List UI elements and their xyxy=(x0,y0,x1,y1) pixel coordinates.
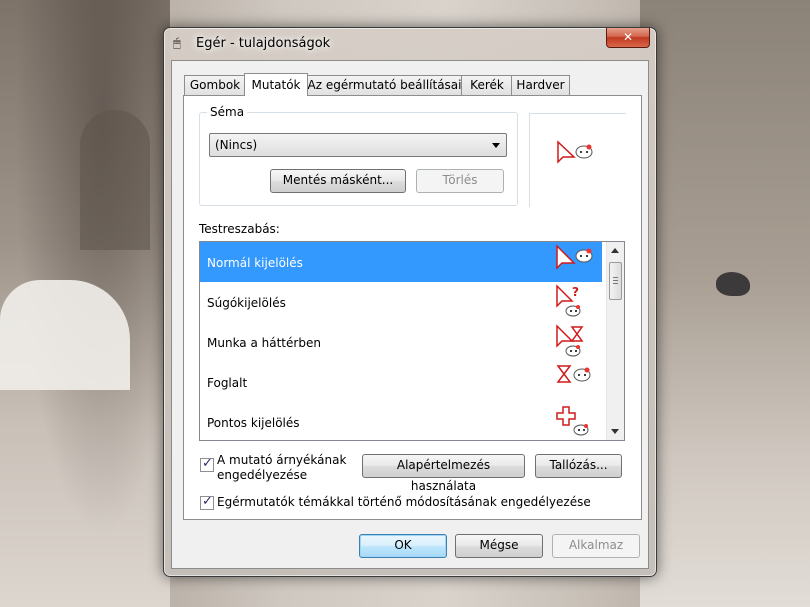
scroll-up-icon[interactable] xyxy=(611,248,619,253)
ok-button[interactable]: OK xyxy=(359,534,447,558)
list-item[interactable]: Foglalt xyxy=(200,362,602,402)
scheme-dropdown-value: (Nincs) xyxy=(215,138,258,152)
background-wall-right xyxy=(640,0,810,607)
save-as-button[interactable]: Mentés másként... xyxy=(270,169,406,193)
customize-label: Testreszabás: xyxy=(199,222,280,236)
delete-button[interactable]: Törlés xyxy=(416,169,504,193)
list-item[interactable]: Normál kijelölés xyxy=(200,242,602,282)
shadow-label-line1: A mutató árnyékának xyxy=(217,453,347,467)
list-item-label: Pontos kijelölés xyxy=(207,416,300,430)
list-item[interactable]: Munka a háttérben xyxy=(200,322,602,362)
close-button[interactable]: ✕ xyxy=(606,28,650,48)
tab-kerek[interactable]: Kerék xyxy=(461,75,513,95)
working-cursor-icon xyxy=(556,324,584,357)
use-default-button[interactable]: Alapértelmezés használata xyxy=(362,454,525,493)
chevron-down-icon xyxy=(492,143,500,148)
shadow-label-line2: engedélyezése xyxy=(217,468,308,482)
cancel-button[interactable]: Mégse xyxy=(455,534,543,558)
busy-cursor-icon xyxy=(556,365,591,383)
tab-pointer-options[interactable]: Az egérmutató beállításai xyxy=(306,75,463,95)
list-item-label: Munka a háttérben xyxy=(207,336,321,350)
checkmark-icon: ✓ xyxy=(202,494,213,509)
mouse-icon: 🖱 xyxy=(173,36,181,51)
svg-text:?: ? xyxy=(572,285,579,299)
scheme-dropdown[interactable]: (Nincs) xyxy=(209,133,507,157)
list-item-label: Foglalt xyxy=(207,376,248,390)
checkmark-icon: ✓ xyxy=(202,456,213,471)
cursor-preview xyxy=(529,113,626,207)
cursor-list[interactable]: Normál kijelölés Súgókijelölés ? Munka a… xyxy=(199,241,625,441)
tab-mutatok[interactable]: Mutatók xyxy=(244,73,308,96)
list-item-label: Normál kijelölés xyxy=(207,256,303,270)
list-item[interactable]: Súgókijelölés ? xyxy=(200,282,602,322)
grip-line xyxy=(613,283,618,284)
apply-button[interactable]: Alkalmaz xyxy=(552,534,640,558)
arrow-cursor-icon xyxy=(556,244,593,270)
list-item-label: Súgókijelölés xyxy=(207,296,286,310)
grip-line xyxy=(613,280,618,281)
pointers-tab-panel: Séma (Nincs) Mentés másként... Törlés Te… xyxy=(183,95,642,520)
list-item[interactable]: Pontos kijelölés xyxy=(200,402,602,440)
background-arch xyxy=(80,110,150,250)
hello-kitty-arrow-cursor-icon xyxy=(557,140,593,164)
themes-label: Egérmutatók témákkal történő módosításán… xyxy=(217,495,591,509)
background-snow xyxy=(0,280,130,390)
background-pigeon xyxy=(716,272,750,296)
close-icon: ✕ xyxy=(622,30,634,44)
title-bar[interactable]: 🖱 Egér - tulajdonságok ✕ xyxy=(164,28,656,60)
tab-gombok[interactable]: Gombok xyxy=(184,75,246,95)
scroll-down-icon[interactable] xyxy=(611,429,619,434)
tab-hardver[interactable]: Hardver xyxy=(511,75,570,95)
scheme-group: Séma (Nincs) Mentés másként... Törlés xyxy=(199,105,518,206)
themes-checkbox[interactable]: ✓ xyxy=(200,494,214,510)
grip-line xyxy=(613,277,618,278)
window-title: Egér - tulajdonságok xyxy=(196,36,331,51)
scheme-legend: Séma xyxy=(207,105,248,119)
dialog-client-area: Gombok Mutatók Az egérmutató beállításai… xyxy=(171,60,649,569)
shadow-checkbox[interactable]: ✓ xyxy=(200,456,214,472)
mouse-properties-dialog: 🖱 Egér - tulajdonságok ✕ Gombok Mutatók … xyxy=(163,27,657,577)
list-scrollbar[interactable] xyxy=(606,242,624,440)
help-cursor-icon: ? xyxy=(556,284,581,317)
browse-button[interactable]: Tallózás... xyxy=(535,454,622,478)
precision-cursor-icon xyxy=(556,406,589,436)
scroll-thumb[interactable] xyxy=(609,262,622,300)
